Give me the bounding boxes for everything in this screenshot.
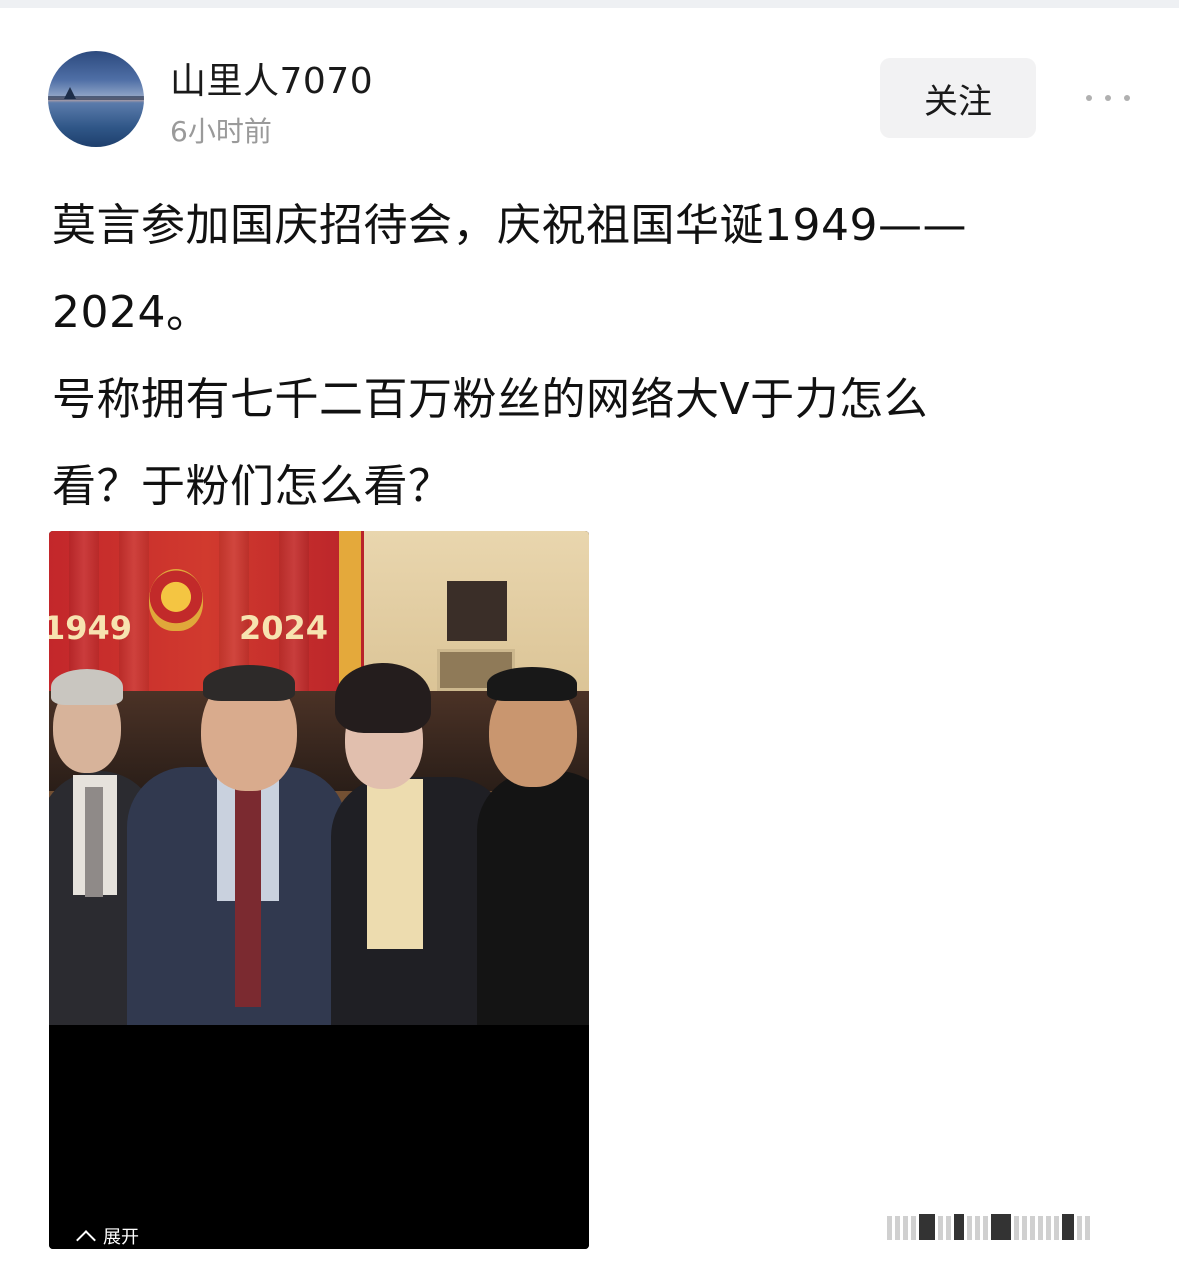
post-body: 莫言参加国庆招待会，庆祝祖国华诞1949—— 2024。 号称拥有七千二百万粉丝…: [52, 182, 1142, 530]
avatar[interactable]: [48, 51, 144, 147]
more-dots-icon[interactable]: [1080, 76, 1136, 120]
post-text-line: 看？于粉们怎么看？: [52, 461, 453, 512]
chevron-up-icon: [76, 1230, 96, 1249]
expand-label: 展开: [103, 1227, 139, 1248]
banner-year-right: 2024: [239, 609, 329, 647]
banner-year-left: 1949: [49, 609, 133, 647]
follow-button[interactable]: 关注: [880, 58, 1036, 138]
author-name[interactable]: 山里人7070: [170, 52, 373, 104]
expand-button[interactable]: 展开: [76, 1223, 139, 1249]
post-time: 6小时前: [170, 115, 272, 148]
post-text-line: 号称拥有七千二百万粉丝的网络大V于力怎么: [52, 374, 929, 425]
photo: 1949 2024: [49, 531, 589, 1025]
watermark-barcode: [887, 1210, 1090, 1240]
post-image[interactable]: 1949 2024 展开: [49, 531, 589, 1249]
post-text-line: 2024。: [52, 287, 211, 338]
post-text-line: 莫言参加国庆招待会，庆祝祖国华诞1949——: [52, 200, 967, 251]
top-divider: [0, 0, 1179, 8]
national-emblem-icon: [149, 569, 203, 631]
